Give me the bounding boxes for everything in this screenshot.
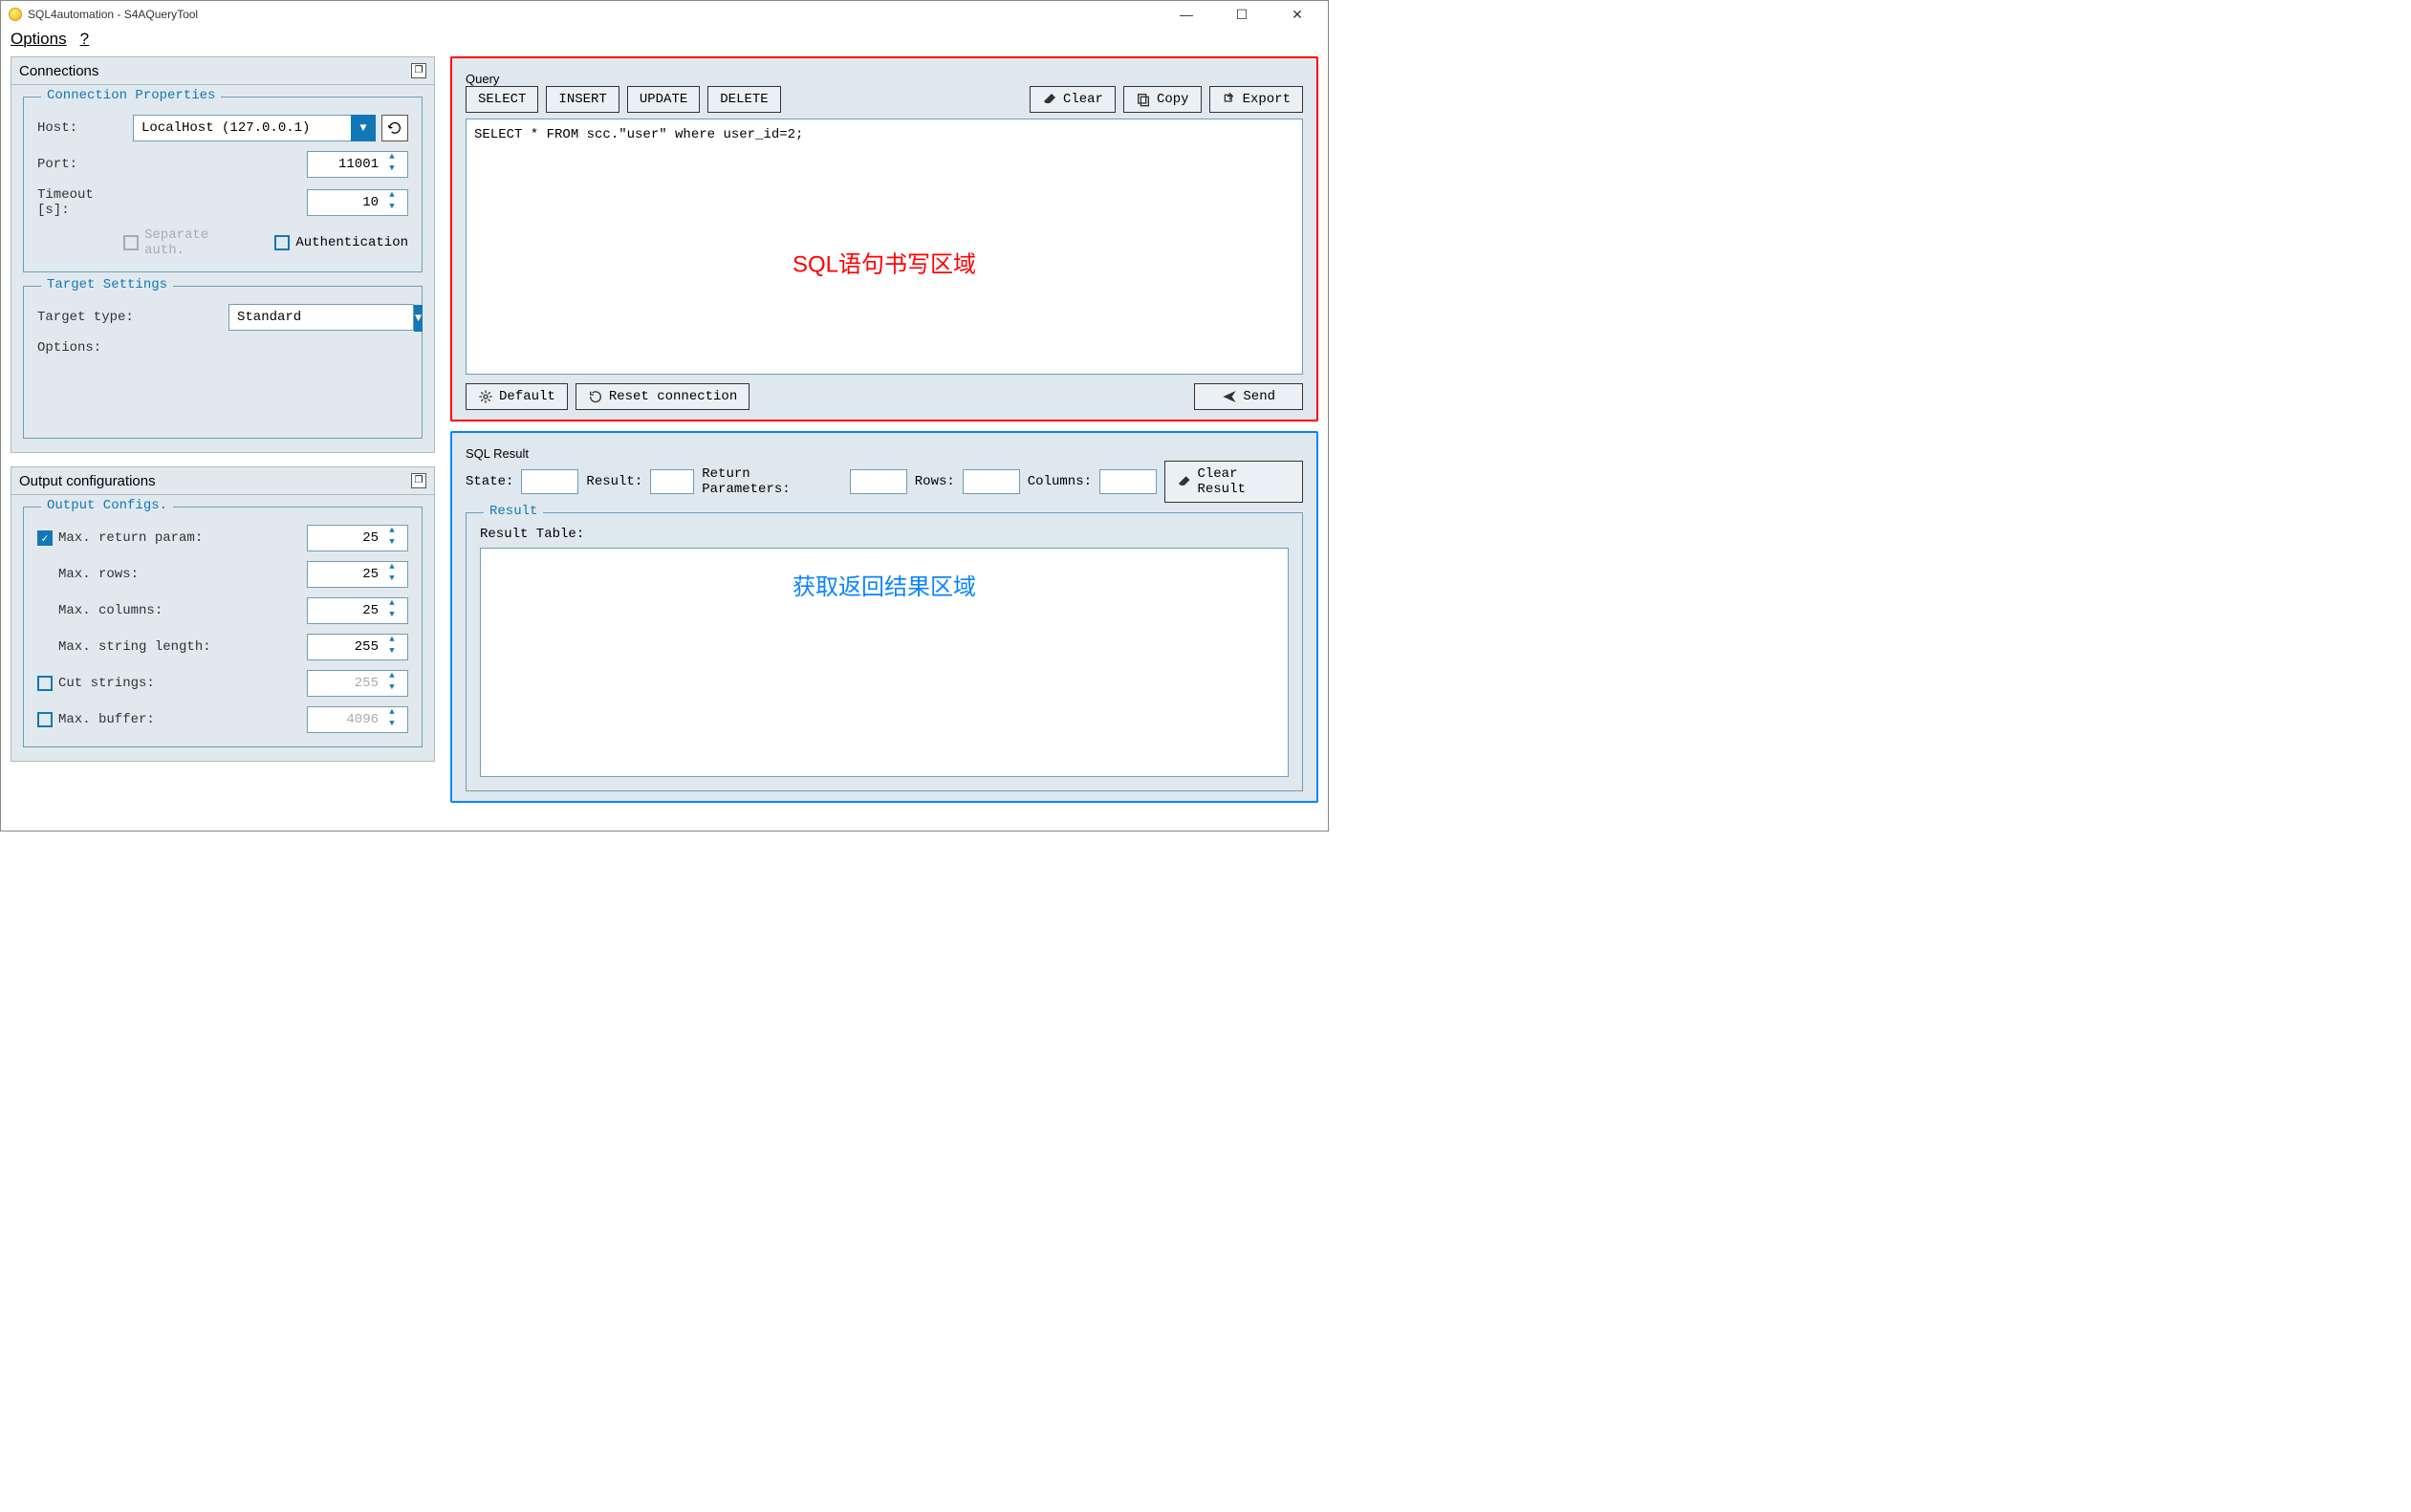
sql-result-legend: SQL Result [466, 446, 529, 461]
timeout-label: Timeout [s]: [37, 187, 133, 218]
columns-field [1099, 469, 1157, 494]
target-settings-legend: Target Settings [41, 277, 173, 292]
titlebar: SQL4automation - S4AQueryTool — ☐ ✕ [1, 1, 1328, 28]
gear-icon [478, 389, 493, 404]
connection-properties-legend: Connection Properties [41, 88, 221, 103]
target-type-label: Target type: [37, 310, 228, 325]
minimize-button[interactable]: — [1167, 7, 1206, 23]
delete-button[interactable]: DELETE [707, 86, 780, 113]
copy-icon [1136, 92, 1151, 107]
state-field [521, 469, 578, 494]
timeout-spinner[interactable]: ▲▼ [307, 189, 408, 216]
authentication-checkbox[interactable] [274, 235, 290, 250]
max-buffer-spinner: ▲▼ [307, 706, 408, 733]
rows-field [963, 469, 1020, 494]
cut-strings-checkbox[interactable] [37, 676, 53, 691]
insert-button[interactable]: INSERT [546, 86, 619, 113]
output-config-header: Output configurations ❐ [11, 466, 435, 495]
select-button[interactable]: SELECT [466, 86, 538, 113]
result-label: Result: [586, 474, 642, 489]
output-configs-legend: Output Configs. [41, 498, 173, 513]
send-button[interactable]: Send [1194, 383, 1303, 410]
output-collapse-icon[interactable]: ❐ [411, 473, 426, 488]
port-spinner[interactable]: ▲▼ [307, 151, 408, 178]
query-legend: Query [466, 72, 499, 86]
export-icon [1222, 92, 1237, 107]
clear-result-button[interactable]: Clear Result [1164, 461, 1303, 503]
sql-textarea[interactable] [466, 119, 1303, 375]
default-button[interactable]: Default [466, 383, 568, 410]
separate-auth-checkbox[interactable] [123, 235, 139, 250]
result-field [650, 469, 694, 494]
sql-result-panel: SQL Result State: Result: Return Paramet… [450, 431, 1318, 803]
max-buffer-checkbox[interactable] [37, 712, 53, 727]
update-button[interactable]: UPDATE [627, 86, 700, 113]
eraser-icon [1177, 474, 1191, 489]
host-label: Host: [37, 120, 133, 136]
chevron-down-icon[interactable]: ▼ [414, 305, 423, 332]
max-return-param-checkbox[interactable] [37, 530, 53, 546]
result-table-label: Result Table: [480, 527, 1289, 542]
copy-button[interactable]: Copy [1123, 86, 1202, 113]
eraser-icon [1042, 92, 1057, 107]
return-params-label: Return Parameters: [702, 466, 842, 497]
spinner-down-icon[interactable]: ▼ [382, 164, 402, 176]
refresh-icon [387, 120, 402, 136]
max-rows-spinner[interactable]: ▲▼ [307, 561, 408, 588]
return-params-field [850, 469, 907, 494]
max-string-length-spinner[interactable]: ▲▼ [307, 634, 408, 660]
columns-label: Columns: [1028, 474, 1092, 489]
refresh-button[interactable] [381, 115, 408, 141]
max-return-param-spinner[interactable]: ▲▼ [307, 525, 408, 551]
max-columns-spinner[interactable]: ▲▼ [307, 597, 408, 624]
rows-label: Rows: [915, 474, 955, 489]
target-type-select[interactable]: ▼ [228, 304, 414, 331]
cut-strings-spinner: ▲▼ [307, 670, 408, 697]
query-panel: Query SELECT INSERT UPDATE DELETE Clear … [450, 56, 1318, 421]
options-label: Options: [37, 340, 228, 356]
clear-button[interactable]: Clear [1030, 86, 1116, 113]
connections-header: Connections ❐ [11, 56, 435, 85]
result-overlay-annotation: 获取返回结果区域 [793, 568, 976, 601]
host-input[interactable] [133, 115, 351, 141]
maximize-button[interactable]: ☐ [1223, 7, 1261, 23]
result-table: 获取返回结果区域 [480, 548, 1289, 777]
send-icon [1222, 389, 1237, 404]
port-label: Port: [37, 157, 133, 172]
result-inner-legend: Result [484, 504, 543, 519]
menu-options[interactable]: Options [11, 30, 67, 49]
window-title: SQL4automation - S4AQueryTool [28, 8, 1167, 21]
reset-connection-button[interactable]: Reset connection [576, 383, 749, 410]
host-dropdown-icon[interactable]: ▼ [351, 115, 376, 141]
menubar: Options ? [1, 28, 1328, 51]
state-label: State: [466, 474, 513, 489]
menu-help[interactable]: ? [80, 30, 89, 49]
export-button[interactable]: Export [1209, 86, 1303, 113]
reset-icon [588, 389, 603, 404]
close-button[interactable]: ✕ [1278, 7, 1316, 23]
app-icon [9, 8, 22, 21]
connections-collapse-icon[interactable]: ❐ [411, 63, 426, 78]
